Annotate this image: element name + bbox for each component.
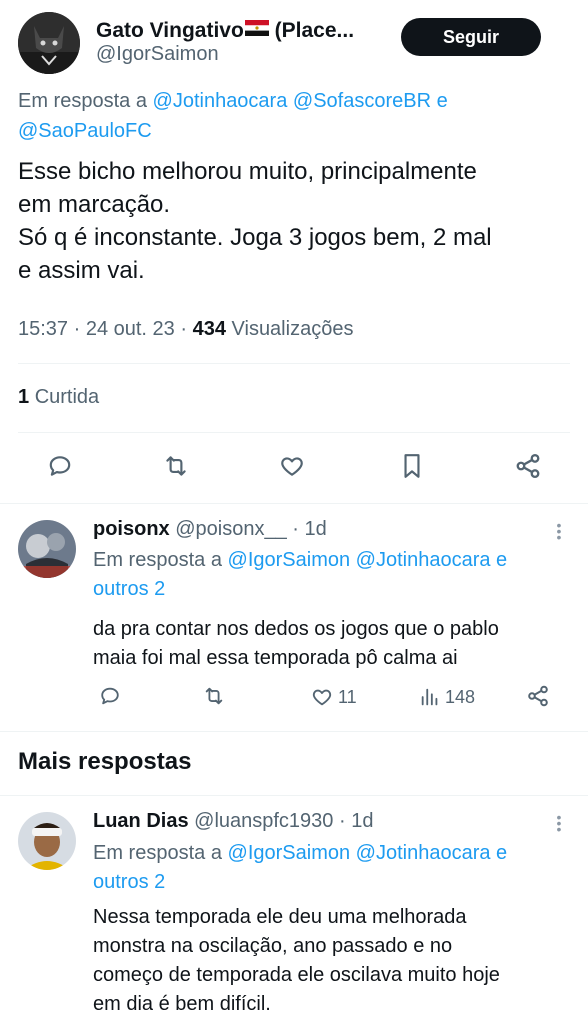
share-icon [514, 452, 542, 485]
divider [18, 363, 570, 364]
reply-mentions-others[interactable]: outros 2 [93, 868, 507, 897]
reply-text-line: da pra contar nos dedos os jogos que o p… [93, 618, 499, 640]
share-button[interactable] [508, 450, 548, 486]
more-icon[interactable]: • • • [556, 810, 562, 836]
reply-context-line1: Em resposta a @Jotinhaocara @SofascoreBR… [18, 86, 448, 116]
author-name-suffix: (Place... [268, 19, 355, 42]
tweet-timestamp[interactable]: 15:37 · 24 out. 23 · [18, 318, 187, 340]
like-count: 11 [338, 686, 357, 707]
like-button[interactable] [272, 450, 312, 486]
reply-context: Em resposta a @IgorSaimon @Jotinhaocara … [93, 839, 507, 897]
reply-mentions-link[interactable]: @IgorSaimon @Jotinhaocara e [228, 842, 508, 864]
reply-avatar[interactable] [18, 520, 76, 578]
reply-text: da pra contar nos dedos os jogos que o p… [93, 615, 499, 673]
share-button[interactable] [523, 684, 553, 712]
author-avatar[interactable] [18, 12, 80, 74]
reply-icon [47, 453, 73, 484]
divider [0, 795, 588, 796]
likes-summary[interactable]: 1 Curtida [18, 386, 99, 409]
reply-text: Nessa temporada ele deu uma melhorada mo… [93, 903, 500, 1019]
tweet-text: Esse bicho melhorou muito, principalment… [18, 155, 578, 287]
reply-prefix: Em resposta a [93, 842, 222, 864]
divider [0, 731, 588, 732]
tweet-meta: 15:37 · 24 out. 23 · 434 Visualizações [18, 318, 353, 341]
egypt-flag-icon [244, 18, 269, 36]
views-button[interactable]: 148 [419, 686, 475, 708]
reply-text-line: monstra na oscilação, ano passado e no [93, 935, 453, 957]
views-count: 148 [445, 686, 476, 707]
tweet-text-line: Só q é inconstante. Joga 3 jogos bem, 2 … [18, 224, 492, 251]
tweet-text-line: em marcação. [18, 191, 171, 218]
reply-author[interactable]: poisonx @poisonx__ · 1d [93, 518, 327, 541]
reply-prefix: Em resposta a [18, 90, 147, 112]
reply-author-name: Luan Dias [93, 810, 189, 832]
tweet-text-line: Esse bicho melhorou muito, principalment… [18, 158, 477, 185]
like-button[interactable]: 11 [310, 686, 357, 708]
reply-mentions-others[interactable]: outros 2 [93, 575, 507, 604]
retweet-button[interactable] [156, 450, 196, 486]
reply-author-name: poisonx [93, 518, 170, 540]
reply-button[interactable] [95, 684, 125, 712]
reply-text-line: maia foi mal essa temporada pô calma ai [93, 647, 458, 669]
views-count: 434 [192, 318, 226, 340]
retweet-icon [162, 453, 190, 484]
share-icon [526, 684, 550, 713]
likes-count: 1 [18, 386, 30, 408]
reply-author-handle: @poisonx__ · 1d [175, 518, 327, 540]
author-name[interactable]: Gato Vingativo (Place... [96, 18, 354, 43]
reply-mention-saopaulofc[interactable]: @SaoPauloFC [18, 116, 152, 146]
section-title: Mais respostas [18, 748, 192, 775]
likes-label: Curtida [34, 386, 100, 408]
reply-mentions-link[interactable]: @Jotinhaocara @SofascoreBR e [153, 90, 448, 112]
more-icon[interactable]: • • • [556, 518, 562, 544]
reply-text-line: em dia é bem difícil. [93, 993, 271, 1015]
author-handle[interactable]: @IgorSaimon [96, 43, 219, 66]
reply-context: Em resposta a @IgorSaimon @Jotinhaocara … [93, 546, 507, 604]
like-icon [278, 453, 306, 484]
views-label: Visualizações [231, 318, 354, 340]
retweet-icon [202, 685, 226, 712]
divider [0, 503, 588, 504]
reply-button[interactable] [40, 450, 80, 486]
reply-author[interactable]: Luan Dias @luanspfc1930 · 1d [93, 810, 373, 833]
reply-icon [99, 685, 121, 712]
reply-author-handle: @luanspfc1930 · 1d [194, 810, 374, 832]
reply-text-line: começo de temporada ele oscilava muito h… [93, 964, 500, 986]
bookmark-icon [400, 452, 424, 485]
reply-avatar[interactable] [18, 812, 76, 870]
reply-mentions-link[interactable]: @IgorSaimon @Jotinhaocara e [228, 549, 508, 571]
reply-prefix: Em resposta a [93, 549, 222, 571]
reply-text-line: Nessa temporada ele deu uma melhorada [93, 906, 467, 928]
bookmark-button[interactable] [392, 450, 432, 486]
divider [18, 432, 570, 433]
follow-button[interactable]: Seguir [401, 18, 541, 56]
retweet-button[interactable] [199, 684, 229, 712]
like-icon [310, 686, 334, 708]
author-name-text: Gato Vingativo [96, 19, 244, 42]
views-icon [419, 686, 441, 708]
tweet-text-line: e assim vai. [18, 257, 145, 284]
